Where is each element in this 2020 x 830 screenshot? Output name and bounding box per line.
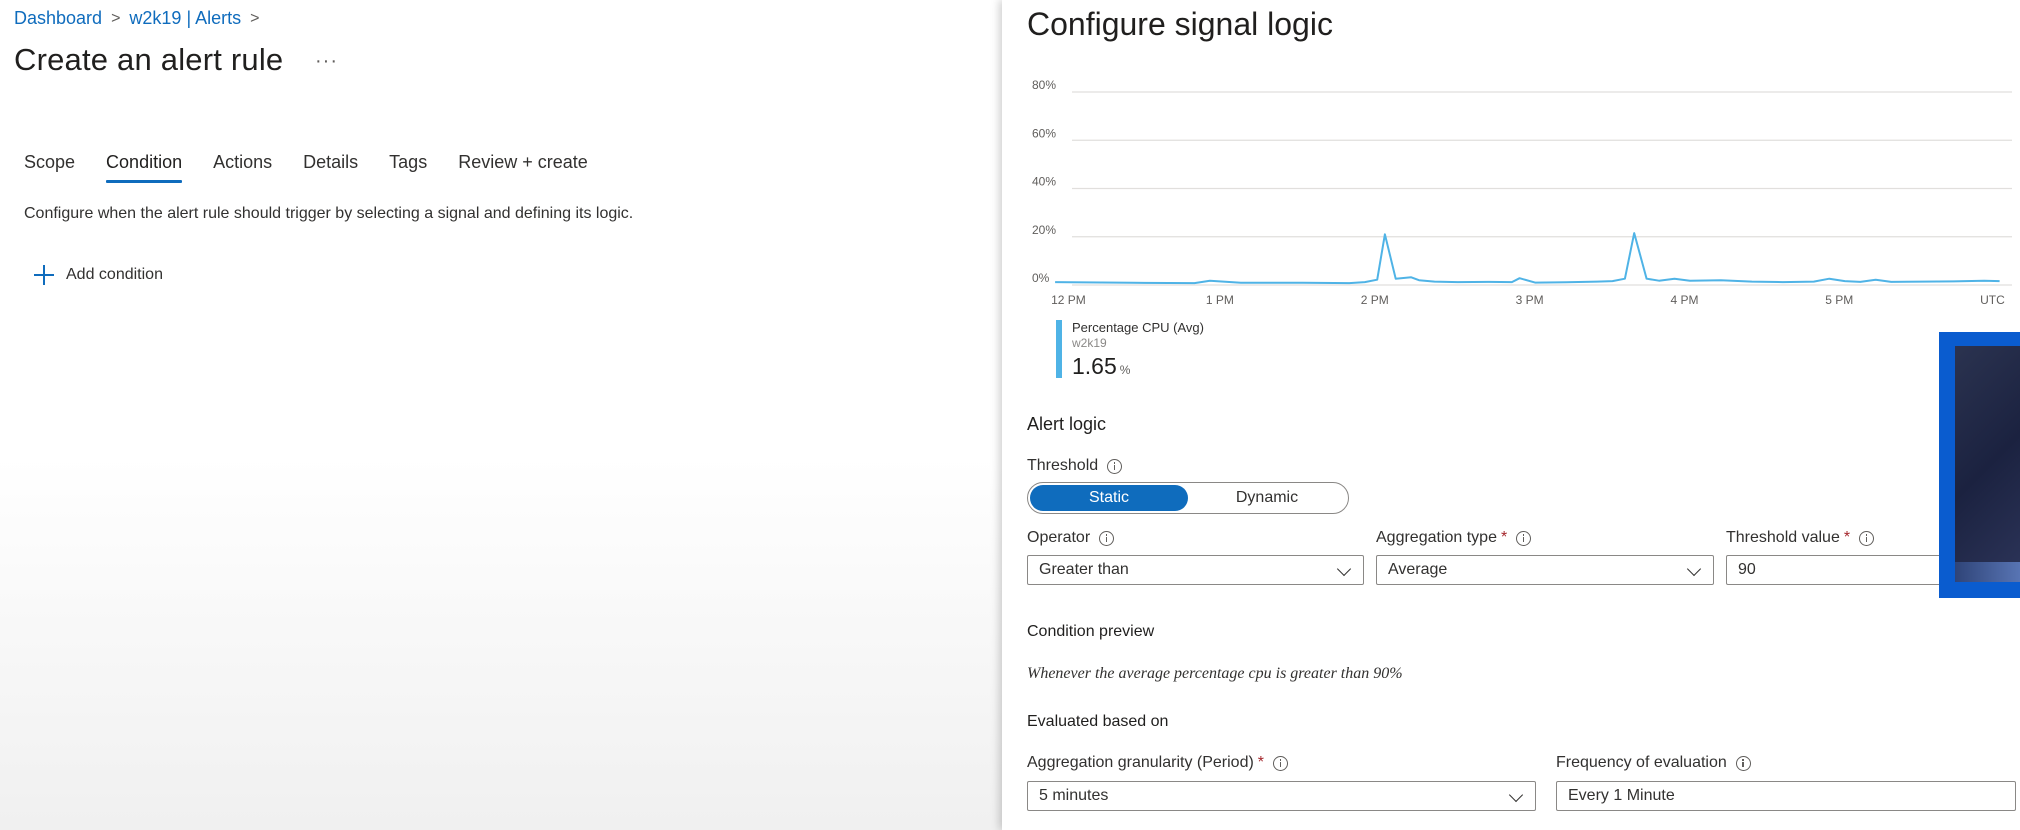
more-options-icon[interactable]: ··· — [315, 50, 338, 73]
aggregation-granularity-label-text: Aggregation granularity (Period) — [1027, 754, 1254, 771]
operator-label: Operator — [1027, 529, 1115, 547]
legend-value-unit: % — [1119, 363, 1131, 377]
chevron-down-icon — [1336, 561, 1352, 577]
chevron-down-icon — [1686, 561, 1702, 577]
aggregation-type-label-text: Aggregation type — [1376, 529, 1497, 546]
condition-preview-text: Whenever the average percentage cpu is g… — [1027, 665, 1403, 682]
info-icon[interactable] — [1859, 530, 1875, 546]
tab-details[interactable]: Details — [303, 152, 358, 181]
breadcrumb-separator: > — [111, 9, 121, 27]
breadcrumb-dashboard-link[interactable]: Dashboard — [14, 8, 102, 29]
legend-value: 1.65% — [1072, 353, 1204, 380]
info-icon[interactable] — [1273, 755, 1289, 771]
legend-metric-name: Percentage CPU (Avg) — [1072, 320, 1204, 335]
breadcrumb: Dashboard > w2k19 | Alerts > — [14, 8, 268, 29]
condition-preview-heading: Condition preview — [1027, 623, 1155, 640]
info-icon[interactable] — [1516, 530, 1532, 546]
cpu-chart-svg: 80% 60% 40% 20% 0%12 PM 1 PM 2 PM 3 PM 4 PM 5 PM U… — [1032, 78, 2012, 307]
tab-scope[interactable]: Scope — [24, 152, 75, 181]
tab-condition[interactable]: Condition — [106, 152, 183, 183]
threshold-label-text: Threshold — [1027, 457, 1099, 474]
aggregation-type-label: Aggregation type * — [1376, 529, 1532, 547]
add-condition-button[interactable]: Add condition — [34, 265, 163, 285]
tab-tags[interactable]: Tags — [389, 152, 427, 181]
tab-review-create[interactable]: Review + create — [458, 152, 588, 181]
legend-resource-name: w2k19 — [1072, 336, 1107, 350]
alert-logic-heading: Alert logic — [1027, 414, 1107, 434]
x-tick-label: 2 PM — [1361, 293, 1389, 307]
y-tick-label: 60% — [1032, 126, 1056, 140]
threshold-dynamic-option[interactable]: Dynamic — [1188, 485, 1346, 511]
info-icon[interactable] — [1099, 530, 1115, 546]
aggregation-granularity-label: Aggregation granularity (Period) * — [1027, 754, 1289, 772]
tab-actions[interactable]: Actions — [213, 152, 272, 181]
video-overlay-thumbnail — [1955, 346, 2020, 582]
x-tick-label: 3 PM — [1516, 293, 1544, 307]
threshold-label: Threshold — [1027, 457, 1123, 475]
y-tick-label: 80% — [1032, 78, 1056, 92]
operator-label-text: Operator — [1027, 529, 1091, 546]
threshold-value-label: Threshold value * — [1726, 529, 1875, 547]
x-tick-label: 4 PM — [1670, 293, 1698, 307]
breadcrumb-alerts-link[interactable]: w2k19 | Alerts — [129, 8, 241, 29]
frequency-of-evaluation-value: Every 1 Minute — [1568, 787, 1675, 804]
y-tick-label: 0% — [1032, 271, 1050, 285]
wizard-tabs: Scope Condition Actions Details Tags Rev… — [24, 152, 619, 183]
create-alert-rule-page: Dashboard > w2k19 | Alerts > Create an a… — [0, 0, 1002, 830]
threshold-value-label-text: Threshold value — [1726, 529, 1840, 546]
plus-icon — [34, 265, 54, 285]
aggregation-granularity-value: 5 minutes — [1039, 787, 1109, 804]
info-icon[interactable] — [1107, 458, 1123, 474]
cpu-chart: 80% 60% 40% 20% 0% 12 PM 1 PM 2 PM 3 PM 4 PM 5 PM U… — [1002, 70, 2012, 310]
aggregation-granularity-dropdown[interactable]: 5 minutes — [1027, 781, 1536, 811]
breadcrumb-separator: > — [250, 9, 260, 27]
operator-value: Greater than — [1039, 561, 1129, 578]
series-line-cpu — [1055, 232, 2000, 285]
x-tick-label: 5 PM — [1825, 293, 1853, 307]
aggregation-type-value: Average — [1388, 561, 1448, 578]
required-marker: * — [1843, 529, 1851, 546]
x-tick-label: 12 PM — [1051, 293, 1086, 307]
video-overlay-frame — [1939, 332, 2020, 598]
y-tick-label: 40% — [1032, 175, 1056, 189]
panel-title: Configure signal logic — [1027, 6, 1333, 42]
evaluated-based-on-heading: Evaluated based on — [1027, 713, 1169, 730]
y-tick-label: 20% — [1032, 223, 1056, 237]
configure-signal-logic-panel: Configure signal logic 80% 60% 40% 20% 0% 12 … — [1002, 0, 2020, 830]
x-tick-label: UTC — [1980, 293, 2005, 307]
legend-value-number: 1.65 — [1072, 353, 1117, 379]
add-condition-label: Add condition — [66, 266, 163, 283]
page-title: Create an alert rule — [14, 42, 284, 77]
frequency-of-evaluation-label: Frequency of evaluation — [1556, 754, 1751, 772]
chevron-down-icon — [1508, 787, 1524, 803]
threshold-value-text: 90 — [1738, 561, 1756, 578]
frequency-of-evaluation-label-text: Frequency of evaluation — [1556, 754, 1727, 771]
operator-dropdown[interactable]: Greater than — [1027, 555, 1364, 585]
aggregation-type-dropdown[interactable]: Average — [1376, 555, 1714, 585]
x-tick-label: 1 PM — [1206, 293, 1234, 307]
threshold-toggle: Static Dynamic — [1027, 482, 1349, 514]
chart-legend[interactable]: Percentage CPU (Avg) w2k19 1.65% — [1056, 320, 1204, 380]
frequency-of-evaluation-dropdown[interactable]: Every 1 Minute — [1556, 781, 2016, 811]
required-marker: * — [1500, 529, 1508, 546]
condition-description: Configure when the alert rule should tri… — [24, 205, 634, 222]
required-marker: * — [1257, 754, 1265, 771]
threshold-static-option[interactable]: Static — [1030, 485, 1188, 511]
info-icon[interactable] — [1735, 755, 1751, 771]
